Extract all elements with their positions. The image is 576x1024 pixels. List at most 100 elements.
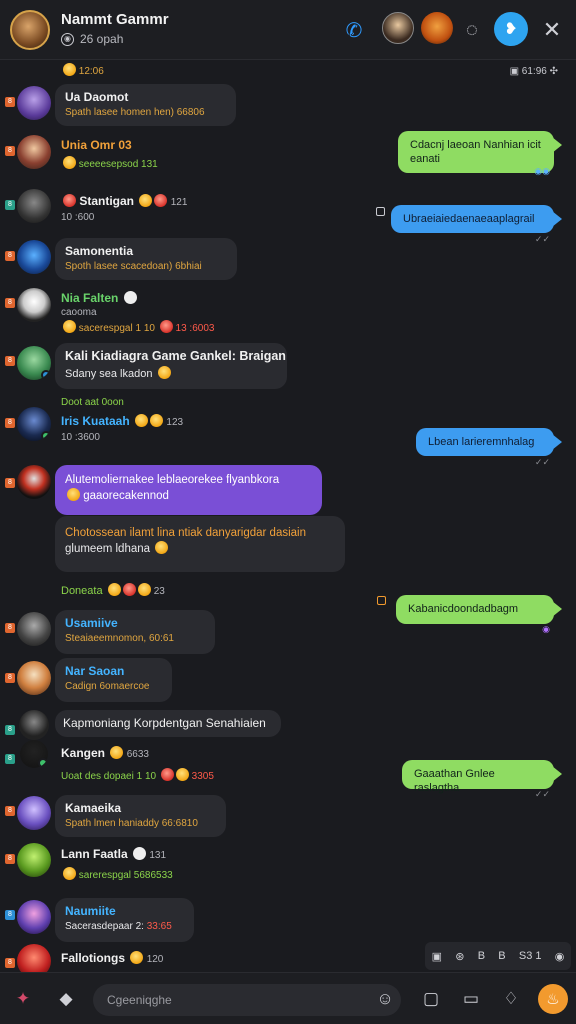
media-icon[interactable]: ▭ <box>459 987 483 1011</box>
call-icon[interactable]: ✆ <box>338 14 370 46</box>
view-icon[interactable]: ◉ <box>555 950 565 963</box>
message-meta: 10 :600 <box>61 212 95 223</box>
member-count: 26 opah <box>80 32 124 46</box>
message-bubble[interactable]: Kapmoniang Korpdentgan Senahiaien <box>55 710 281 737</box>
message-text: Chotossean ilamt lina ntiak danyarigdar … <box>65 527 307 539</box>
message-meta: 13 :6003 <box>175 323 215 334</box>
outgoing-message[interactable]: Ubraeiaiedaenaeaaplagrail <box>391 205 562 233</box>
chat-header: Nammt Gammr ◉ 26 opah ✆ ◌ ❥ ✕ <box>0 0 576 60</box>
message-item[interactable]: Kangen 6633 Uoat des dopaei 1 10 3305 <box>61 746 214 782</box>
gift-icon[interactable]: ▢ <box>419 987 443 1011</box>
highlighted-message[interactable]: Alutemoliernakee leblaeorekee flyanbkora… <box>55 465 322 515</box>
timestamp: 12:06 <box>61 63 104 77</box>
avatar[interactable] <box>20 740 48 768</box>
avatar[interactable] <box>17 189 51 223</box>
message-bubble[interactable]: Naumiite Sacerasdepaar 2: 33:65 <box>55 898 194 942</box>
message-text: glumeem ldhana <box>65 543 151 555</box>
sender-name: Fallotiongs <box>61 951 125 965</box>
avatar[interactable] <box>17 661 51 695</box>
message-list[interactable]: 12:06 ▣ 61:96 ✣ 8 Ua Daomot Spath lasee … <box>0 60 576 978</box>
avatar[interactable] <box>17 86 51 120</box>
message-item[interactable]: Unia Omr 03 seeeesepsod 131 <box>61 138 158 170</box>
image-icon[interactable]: ▣ <box>432 950 442 963</box>
message-meta: sacerespgal 1 10 <box>78 323 155 334</box>
read-receipt-icon: ✓✓ <box>534 789 550 799</box>
sender-name: Doneata <box>61 585 103 597</box>
outgoing-message[interactable]: Kabanicdoondadbagm <box>396 595 562 624</box>
reaction-count: 6633 <box>126 749 149 760</box>
message-item[interactable]: Fallotiongs 120 <box>61 951 163 965</box>
message-bubble[interactable]: Nar Saoan Cadign 6omaercoe <box>55 658 172 702</box>
avatar[interactable] <box>17 843 51 877</box>
reaction-count: 121 <box>170 197 188 208</box>
message-composer: ✦ ◆ Cgeeniqghe ☺ ▢ ▭ ♢ <box>0 972 576 1024</box>
message-bubble[interactable]: Kamaeika Spath lmen haniaddy 66:6810 <box>55 795 226 837</box>
rank-badge: 8 <box>5 623 15 633</box>
message-meta: 3305 <box>191 771 214 782</box>
message-text: Spath lmen haniaddy 66:6810 <box>65 818 198 829</box>
sticker-icon[interactable]: ◆ <box>54 987 78 1011</box>
reaction-count: 123 <box>166 417 184 428</box>
outgoing-message[interactable]: Gaaathan Gnlee raslagtha <box>402 760 562 794</box>
message-text: Sacerasdepaar 2: <box>65 921 144 932</box>
message-meta: Uoat des dopaei 1 10 <box>61 771 157 782</box>
avatar[interactable] <box>19 710 49 740</box>
avatar[interactable] <box>17 240 51 274</box>
sender-name: Ua Daomot <box>65 90 129 104</box>
message-item[interactable]: Doneata 23 <box>61 583 165 597</box>
message-text: gaaorecakennod <box>83 490 169 502</box>
message-text: eanati <box>410 153 440 165</box>
sender-name: Naumiite <box>65 904 116 918</box>
rank-badge: 8 <box>5 200 15 210</box>
timestamp: Doot aat 0oon <box>61 397 124 408</box>
read-receipt-icon: ◉ <box>542 624 550 634</box>
rank-badge: 8 <box>5 478 15 488</box>
message-bubble[interactable]: Kali Kiadiagra Game Gankel: Braigan Sdan… <box>55 343 287 389</box>
avatar[interactable] <box>17 288 51 322</box>
message-bubble[interactable]: Ua Daomot Spath lasee homen hen) 66806 <box>55 84 236 126</box>
message-text: Sdany sea lkadon <box>65 368 153 380</box>
avatar[interactable] <box>17 346 51 380</box>
close-icon[interactable]: ✕ <box>536 14 568 46</box>
send-button[interactable]: ♨ <box>538 984 568 1014</box>
refresh-icon[interactable]: ◌ <box>456 14 488 46</box>
message-bubble[interactable]: Usamiive Steaiaeemnomon, 60:61 <box>55 610 215 654</box>
rank-badge: 8 <box>5 251 15 261</box>
attachment-icon[interactable] <box>376 207 385 216</box>
rank-badge: 8 <box>5 754 15 764</box>
outgoing-message[interactable]: Lbean larieremnhalag <box>416 428 562 456</box>
participant-avatar[interactable] <box>421 12 453 44</box>
message-item[interactable]: Stantigan 121 10 :600 <box>61 194 187 223</box>
sparkle-icon[interactable]: ✦ <box>11 987 35 1011</box>
message-meta: caooma <box>61 307 97 318</box>
message-item[interactable]: Iris Kuataah 123 10 :3600 <box>61 414 183 443</box>
message-item[interactable]: Lann Faatla 131 sarerespgal 5686533 <box>61 847 173 881</box>
sender-name: Kamaeika <box>65 801 122 815</box>
avatar[interactable] <box>17 135 51 169</box>
chat-title[interactable]: Nammt Gammr <box>61 11 169 28</box>
message-text: Steaiaeemnomon, 60:61 <box>65 633 174 644</box>
avatar[interactable] <box>17 900 51 934</box>
avatar[interactable] <box>17 465 51 499</box>
settings-icon[interactable]: ⊛ <box>455 950 464 963</box>
chat-bubble-button[interactable]: ❥ <box>494 12 528 46</box>
message-bubble[interactable]: Chotossean ilamt lina ntiak danyarigdar … <box>55 516 345 572</box>
sender-name: Nia Falten <box>61 291 119 305</box>
participant-avatar[interactable] <box>382 12 414 44</box>
message-bubble[interactable]: Samonentia Spoth lasee scacedoan) 6bhiai <box>55 238 237 280</box>
group-avatar[interactable] <box>10 10 50 50</box>
emoji-icon[interactable]: ☺ <box>373 987 397 1011</box>
sender-name: Usamiive <box>65 616 118 630</box>
avatar[interactable] <box>17 407 51 441</box>
message-meta: seeeesepsod 131 <box>78 159 158 170</box>
outgoing-message[interactable]: Cdacnj laeoan Nanhian icit eanati <box>398 131 562 173</box>
status-value: B <box>477 950 486 962</box>
attachment-icon[interactable] <box>377 596 386 605</box>
message-item[interactable]: Nia Falten caooma sacerespgal 1 10 13 :6… <box>61 291 214 334</box>
chat-subtitle: ◉ 26 opah <box>61 32 123 46</box>
message-input[interactable]: Cgeeniqghe <box>93 984 401 1016</box>
heart-icon[interactable]: ♢ <box>499 987 523 1011</box>
avatar[interactable] <box>17 612 51 646</box>
avatar[interactable] <box>17 796 51 830</box>
rank-badge: 8 <box>5 806 15 816</box>
